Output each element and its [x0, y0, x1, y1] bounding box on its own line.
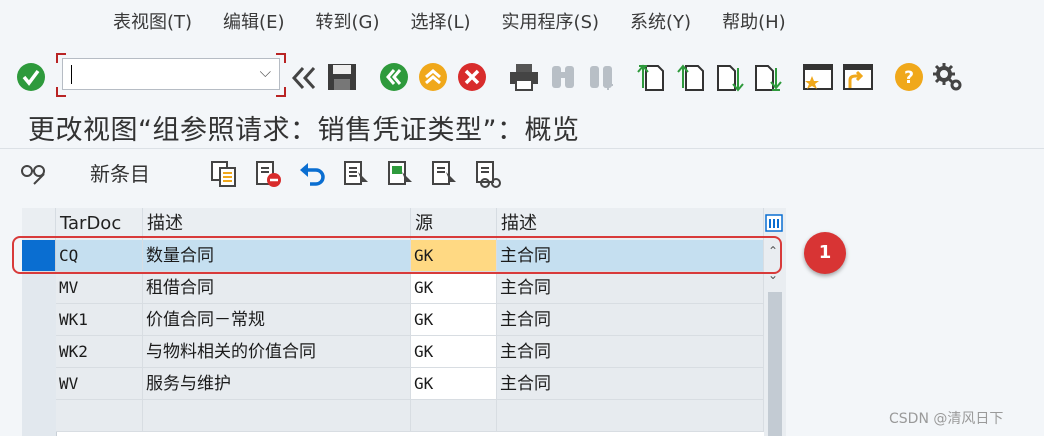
page-title: 更改视图“组参照请求：销售凭证类型”：概览 [28, 115, 580, 146]
check-icon[interactable] [16, 62, 46, 96]
deselect-all-icon[interactable] [430, 160, 458, 192]
cell-tardoc[interactable]: WV [56, 368, 143, 400]
cell-desc[interactable]: 价值合同－常规 [143, 304, 411, 336]
highlight-box [12, 236, 782, 274]
cell-source[interactable]: GK [411, 368, 497, 400]
cell-desc[interactable]: 服务与维护 [143, 368, 411, 400]
menu-help[interactable]: 帮助(H) [722, 8, 786, 34]
cell-desc[interactable]: 与物料相关的价值合同 [143, 336, 411, 368]
next-page-icon[interactable] [714, 62, 744, 96]
menu-edit[interactable]: 编辑(E) [223, 8, 284, 34]
exit-icon[interactable] [418, 62, 448, 96]
print-icon[interactable] [508, 62, 540, 96]
scrollbar-thumb[interactable] [768, 292, 782, 436]
save-icon[interactable] [326, 62, 358, 96]
annotation-badge: 1 [804, 232, 846, 274]
menu-table-view[interactable]: 表视图(T) [113, 8, 192, 34]
print-view-icon[interactable] [474, 160, 504, 192]
command-field[interactable]: ⌵ [62, 58, 280, 90]
cell-desc[interactable]: 租借合同 [143, 272, 411, 304]
column-settings-icon[interactable] [765, 214, 783, 236]
help-icon[interactable]: ? [894, 62, 924, 96]
divider [0, 148, 1044, 149]
undo-icon[interactable] [298, 160, 328, 192]
cell-tardoc[interactable]: WK2 [56, 336, 143, 368]
settings-icon[interactable] [932, 62, 964, 96]
cell-source-desc[interactable]: 主合同 [497, 272, 764, 304]
menu-bar: 表视图(T) 编辑(E) 转到(G) 选择(L) 实用程序(S) 系统(Y) 帮… [0, 0, 1044, 42]
svg-text:?: ? [904, 68, 914, 88]
table-row[interactable]: MV 租借合同 GK 主合同 [22, 272, 786, 304]
cell-source[interactable]: GK [411, 336, 497, 368]
menu-selection[interactable]: 选择(L) [410, 8, 470, 34]
cancel-icon[interactable] [457, 62, 487, 96]
cell-tardoc[interactable]: WK1 [56, 304, 143, 336]
cell-source[interactable]: GK [411, 272, 497, 304]
chevron-down-icon[interactable]: ⌵ [260, 63, 271, 81]
menu-system[interactable]: 系统(Y) [630, 8, 691, 34]
first-page-icon[interactable] [636, 62, 666, 96]
menu-goto[interactable]: 转到(G) [315, 8, 379, 34]
table-row[interactable]: WV 服务与维护 GK 主合同 [22, 368, 786, 400]
table-row[interactable]: WK2 与物料相关的价值合同 GK 主合同 [22, 336, 786, 368]
shortcut-icon[interactable] [842, 62, 874, 96]
cell-tardoc[interactable]: MV [56, 272, 143, 304]
cell-source-desc[interactable]: 主合同 [497, 304, 764, 336]
prev-page-icon[interactable] [676, 62, 706, 96]
find-icon[interactable] [548, 62, 578, 96]
delete-icon[interactable] [254, 160, 282, 192]
new-entries-button[interactable]: 新条目 [90, 158, 150, 187]
last-page-icon[interactable] [752, 62, 782, 96]
find-next-icon[interactable] [586, 62, 616, 96]
cell-source-desc[interactable]: 主合同 [497, 336, 764, 368]
select-all-icon[interactable] [342, 160, 370, 192]
table-row[interactable]: WK1 价值合同－常规 GK 主合同 [22, 304, 786, 336]
table-row-empty[interactable] [22, 400, 786, 432]
new-session-icon[interactable] [802, 62, 834, 96]
watermark: CSDN @清风日下 [889, 411, 1004, 427]
back-icon[interactable] [379, 62, 409, 96]
select-block-icon[interactable] [386, 160, 414, 192]
cell-source-desc[interactable]: 主合同 [497, 368, 764, 400]
display-change-icon[interactable] [20, 160, 48, 190]
menu-utilities[interactable]: 实用程序(S) [502, 8, 599, 34]
cell-source[interactable]: GK [411, 304, 497, 336]
back-nav-icon[interactable] [290, 64, 318, 96]
copy-as-icon[interactable] [210, 160, 238, 192]
